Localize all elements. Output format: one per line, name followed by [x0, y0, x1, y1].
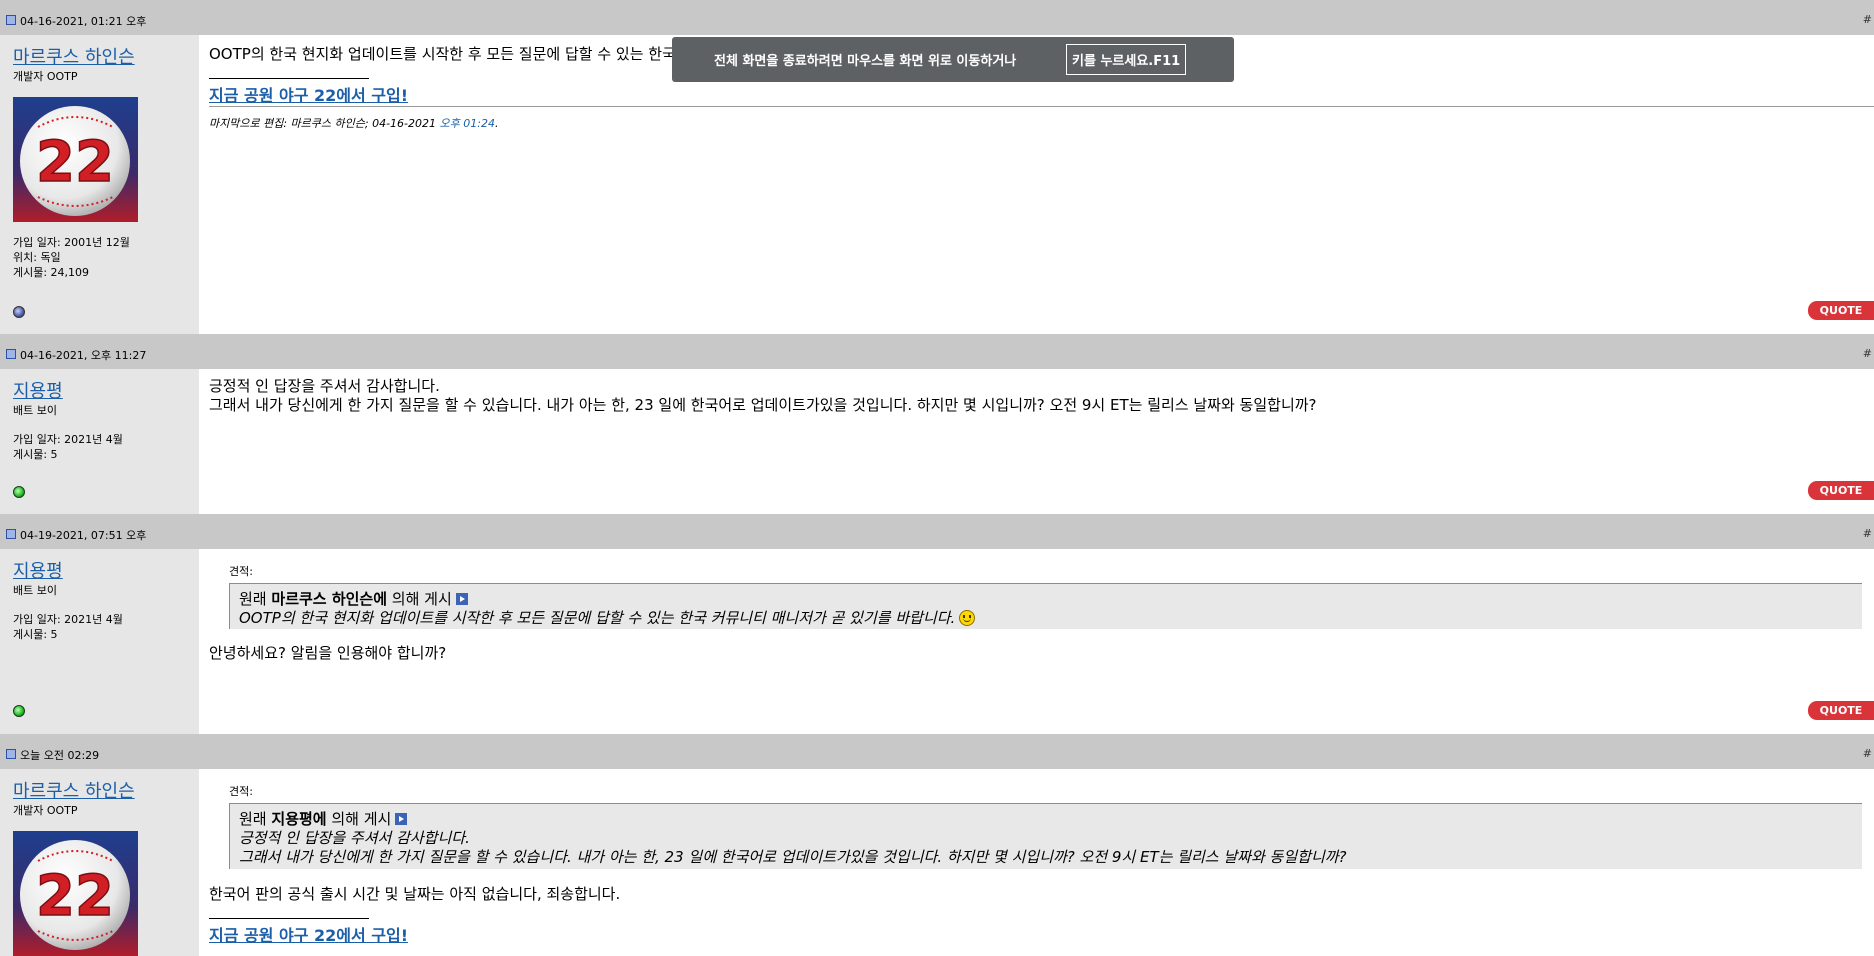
post-message: 한국어 판의 공식 출시 시간 및 날짜는 아직 없습니다, 죄송합니다.: [209, 885, 621, 903]
quote-button[interactable]: QUOTE: [1808, 301, 1874, 320]
post-3: 04-19-2021, 07:51 오후 # 지용평 배트 보이 가입 일자: …: [0, 514, 1874, 734]
post-icon: [6, 749, 16, 759]
post-permalink[interactable]: #: [1863, 527, 1872, 540]
quote-header: 견적:: [229, 565, 253, 578]
quote-box: 원래 지용평에 의해 게시 긍정적 인 답장을 주셔서 감사합니다. 그래서 내…: [229, 803, 1862, 869]
toast-key-hint: 키를 누르세요.F11: [1066, 44, 1187, 75]
user-location: 위치: 독일: [13, 251, 61, 264]
user-sidebar: 마르쿠스 하인슨 개발자 OOTP 22: [0, 769, 199, 956]
signature-divider: [209, 78, 369, 79]
username-link[interactable]: 마르쿠스 하인슨: [13, 777, 135, 803]
smile-icon: [959, 610, 976, 626]
quote-text-line2: 그래서 내가 당신에게 한 가지 질문을 할 수 있습니다. 내가 아는 한, …: [239, 848, 1347, 866]
quote-button[interactable]: QUOTE: [1808, 481, 1874, 500]
post-date: 04-16-2021, 오후 11:27: [20, 349, 147, 362]
quote-author: 지용평에: [271, 810, 327, 828]
quote-author: 마르쿠스 하인슨에: [271, 590, 388, 608]
post-permalink[interactable]: #: [1863, 13, 1872, 26]
quote-origin: 원래 지용평에 의해 게시: [239, 810, 1853, 829]
post-message: 긍정적 인 답장을 주셔서 감사합니다. 그래서 내가 당신에게 한 가지 질문…: [209, 377, 1317, 414]
fullscreen-exit-toast: 전체 화면을 종료하려면 마우스를 화면 위로 이동하거나 키를 누르세요.F1…: [672, 37, 1234, 82]
user-sidebar: 지용평 배트 보이 가입 일자: 2021년 4월 게시물: 5: [0, 549, 199, 734]
quote-box: 원래 마르쿠스 하인슨에 의해 게시 OOTP의 한국 현지화 업데이트를 시작…: [229, 583, 1862, 629]
post-count: 게시물: 5: [13, 628, 58, 641]
quote-button[interactable]: QUOTE: [1808, 701, 1874, 720]
user-sidebar: 마르쿠스 하인슨 개발자 OOTP 22 가입 일자: 2001년 12월 위치…: [0, 35, 199, 334]
post-body: 긍정적 인 답장을 주셔서 감사합니다. 그래서 내가 당신에게 한 가지 질문…: [199, 369, 1874, 514]
post-permalink[interactable]: #: [1863, 347, 1872, 360]
post-body: 견적: 원래 마르쿠스 하인슨에 의해 게시 OOTP의 한국 현지화 업데이트…: [199, 549, 1874, 734]
quote-header: 견적:: [229, 785, 253, 798]
post-date: 오늘 오전 02:29: [20, 749, 100, 762]
quote-text-line1: 긍정적 인 답장을 주셔서 감사합니다.: [239, 829, 470, 847]
post-icon: [6, 529, 16, 539]
post-date: 04-19-2021, 07:51 오후: [20, 529, 147, 542]
user-title: 개발자 OOTP: [13, 804, 78, 817]
svg-text:22: 22: [36, 864, 114, 929]
offline-status-icon: [13, 306, 25, 318]
avatar: 22: [13, 831, 138, 956]
post-date: 04-16-2021, 01:21 오후: [20, 15, 147, 28]
post-header: 04-16-2021, 오후 11:27 #: [0, 334, 1874, 369]
post-2: 04-16-2021, 오후 11:27 # 지용평 배트 보이 가입 일자: …: [0, 334, 1874, 514]
username-link[interactable]: 지용평: [13, 377, 63, 403]
user-title: 배트 보이: [13, 584, 57, 597]
user-info: 가입 일자: 2021년 4월 게시물: 5: [13, 612, 123, 642]
edited-note: 마지막으로 편집: 마르쿠스 하인슨; 04-16-2021 오후 01:24.: [209, 117, 499, 130]
signature-link[interactable]: 지금 공원 야구 22에서 구입!: [209, 82, 408, 106]
post-4: 오늘 오전 02:29 # 마르쿠스 하인슨 개발자 OOTP 22 견적: 원…: [0, 734, 1874, 956]
quote-origin: 원래 마르쿠스 하인슨에 의해 게시: [239, 590, 1853, 609]
quote-text: OOTP의 한국 현지화 업데이트를 시작한 후 모든 질문에 답할 수 있는 …: [239, 609, 1853, 628]
online-status-icon: [13, 705, 25, 717]
user-title: 배트 보이: [13, 404, 57, 417]
user-sidebar: 지용평 배트 보이 가입 일자: 2021년 4월 게시물: 5: [0, 369, 199, 514]
post-permalink[interactable]: #: [1863, 747, 1872, 760]
post-message: 안녕하세요? 알림을 인용해야 합니까?: [209, 644, 447, 662]
post-header: 오늘 오전 02:29 #: [0, 734, 1874, 769]
post-icon: [6, 15, 16, 25]
username-link[interactable]: 마르쿠스 하인슨: [13, 43, 135, 69]
online-status-icon: [13, 486, 25, 498]
avatar: 22: [13, 97, 138, 222]
view-post-icon[interactable]: [455, 593, 468, 605]
user-info: 가입 일자: 2001년 12월 위치: 독일 게시물: 24,109: [13, 235, 130, 280]
join-date: 가입 일자: 2001년 12월: [13, 236, 130, 249]
join-date: 가입 일자: 2021년 4월: [13, 433, 123, 446]
view-post-icon[interactable]: [395, 813, 408, 825]
signature-link[interactable]: 지금 공원 야구 22에서 구입!: [209, 922, 408, 946]
edited-time: 오후 01:24: [439, 117, 495, 130]
post-count: 게시물: 5: [13, 448, 58, 461]
join-date: 가입 일자: 2021년 4월: [13, 613, 123, 626]
edit-divider: [209, 106, 1874, 107]
post-header: 04-19-2021, 07:51 오후 #: [0, 514, 1874, 549]
post-header: 04-16-2021, 01:21 오후 #: [0, 0, 1874, 35]
username-link[interactable]: 지용평: [13, 557, 63, 583]
toast-text: 전체 화면을 종료하려면 마우스를 화면 위로 이동하거나: [714, 54, 1017, 69]
signature-divider: [209, 918, 369, 919]
user-info: 가입 일자: 2021년 4월 게시물: 5: [13, 432, 123, 462]
post-body: 견적: 원래 지용평에 의해 게시 긍정적 인 답장을 주셔서 감사합니다. 그…: [199, 769, 1874, 956]
user-title: 개발자 OOTP: [13, 70, 78, 83]
svg-text:22: 22: [36, 130, 114, 195]
post-count: 게시물: 24,109: [13, 266, 90, 279]
post-icon: [6, 349, 16, 359]
